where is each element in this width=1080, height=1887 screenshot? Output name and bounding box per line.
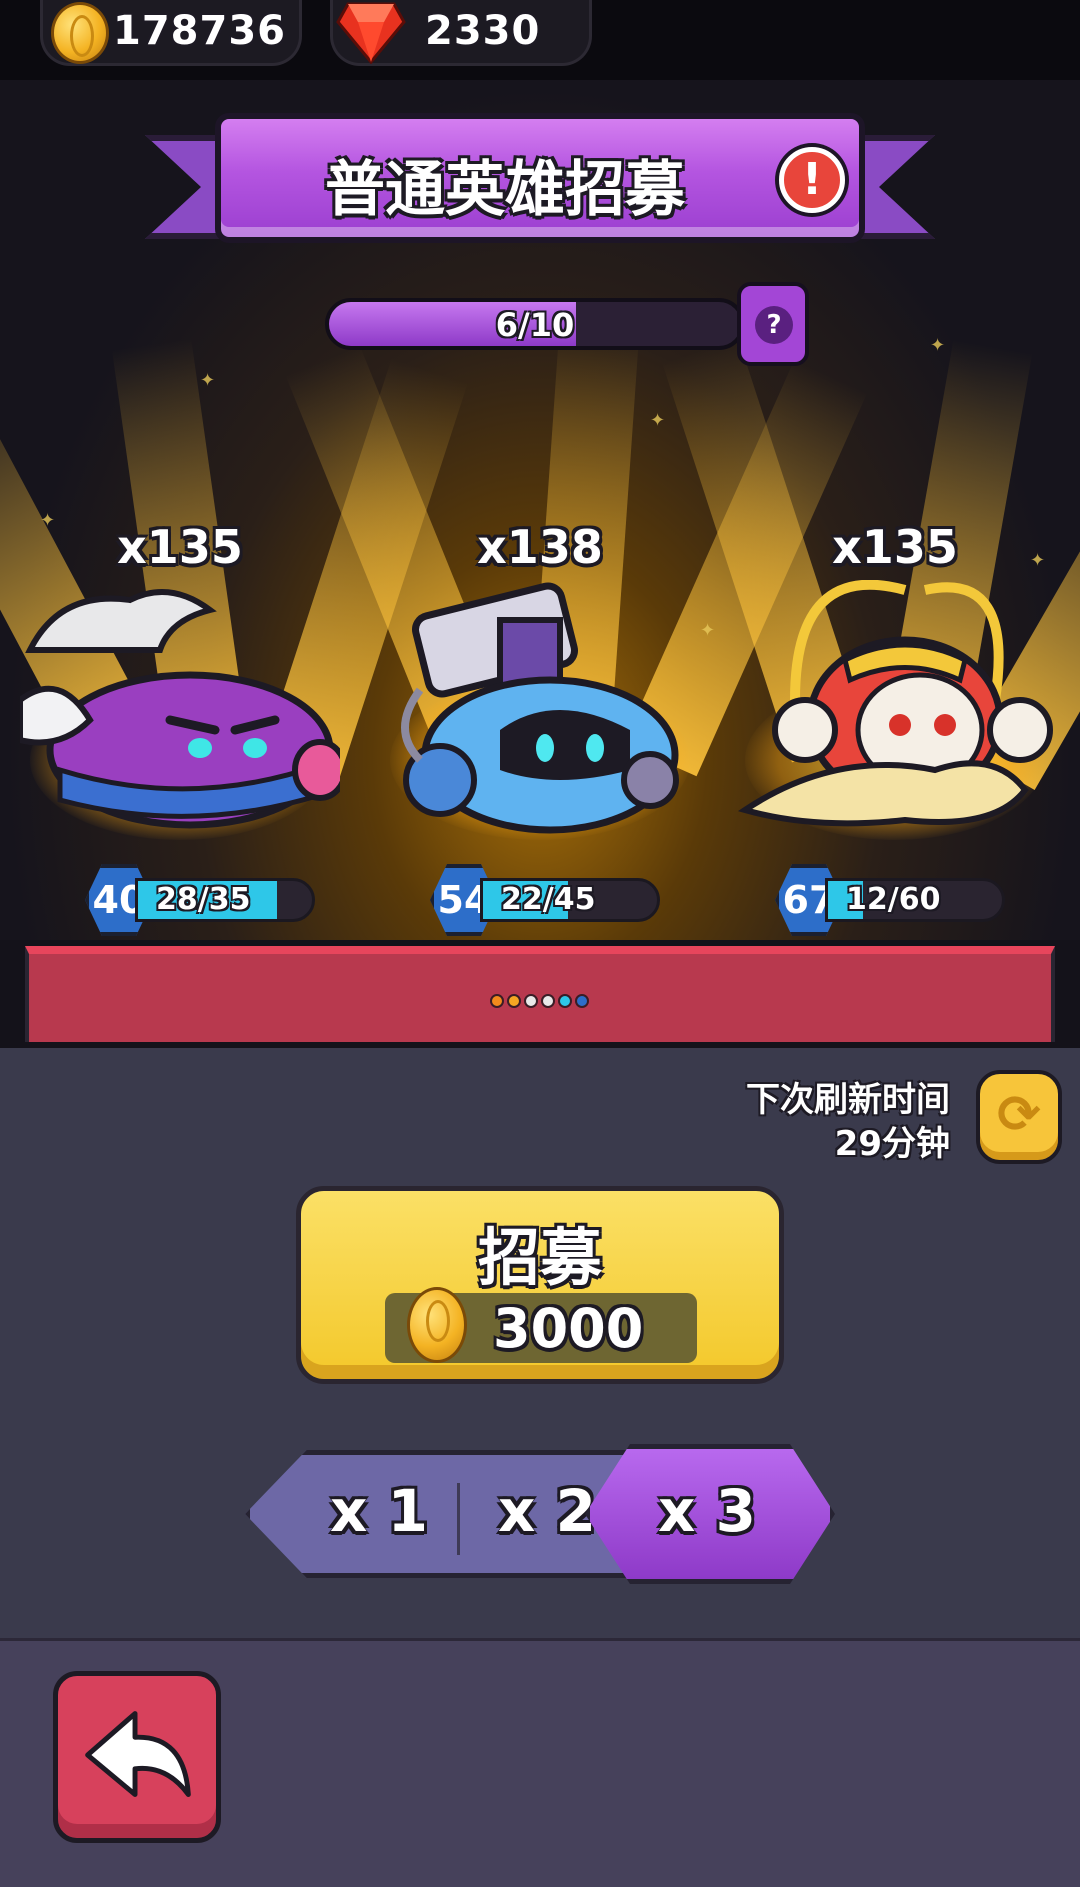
coin-counter: 178736: [40, 0, 302, 66]
multiplier-divider: [457, 1483, 460, 1555]
hero-shard-bar: 12/60: [825, 878, 1005, 922]
coin-icon: [407, 1287, 467, 1363]
refresh-label: 下次刷新时间: [746, 1080, 950, 1120]
gem-counter: 2330: [330, 0, 592, 66]
currency-bar: 178736 2330: [0, 0, 1080, 80]
recruit-cost-value: 3000: [493, 1297, 644, 1360]
recruit-cost: 3000: [385, 1287, 697, 1363]
back-arrow-icon: [85, 1711, 191, 1797]
hero-card[interactable]: x135: [725, 520, 1065, 940]
help-button[interactable]: ?: [737, 282, 809, 366]
hero-card[interactable]: x138: [370, 520, 710, 940]
sparkle-icon: ✦: [650, 410, 666, 431]
gem-icon: [336, 2, 406, 64]
back-button[interactable]: [53, 1671, 221, 1843]
multiplier-x3-option[interactable]: x 3: [585, 1444, 835, 1584]
multiplier-x3-label: x 3: [658, 1477, 756, 1545]
refresh-icon: ⟳: [997, 1085, 1041, 1145]
robot-hero-icon: [401, 582, 679, 834]
multiplier-selector: x 1 x 2 x 3: [245, 1444, 845, 1584]
coin-icon: [51, 2, 109, 64]
footer-bar: [0, 1638, 1080, 1887]
page-dot: [575, 994, 589, 1008]
hero-shard-bar: 22/45: [480, 878, 660, 922]
gem-amount: 2330: [425, 8, 541, 54]
hero-shard-count: 28/35: [156, 882, 251, 917]
alert-icon[interactable]: !: [779, 147, 845, 213]
page-dot: [541, 994, 555, 1008]
monkey-king-hero-icon: [737, 580, 1053, 827]
refresh-timer: 下次刷新时间 29分钟: [746, 1078, 950, 1166]
coin-amount: 178736: [113, 8, 286, 54]
progress-text: 6/10: [495, 306, 575, 344]
page-dot: [558, 994, 572, 1008]
page-dot: [507, 994, 521, 1008]
recruit-label: 招募: [477, 1221, 602, 1294]
hero-count: x138: [477, 520, 603, 574]
page-dot: [524, 994, 538, 1008]
multiplier-x1-option[interactable]: x 1: [330, 1477, 428, 1545]
recruit-progress-bar: 6/10: [325, 298, 745, 350]
ninja-hero-icon: [20, 589, 340, 829]
sparkle-icon: ✦: [930, 335, 946, 356]
hero-shard-count: 22/45: [501, 882, 596, 917]
hero-stage: ✦ ✦ ✦ ✦ ✦ ✦ 普通英雄招募 ! 6/10 ? x135 x138 x1…: [0, 80, 1080, 950]
page-indicator-banner: [0, 940, 1080, 1048]
recruit-button[interactable]: 招募 3000: [296, 1186, 784, 1384]
hero-count: x135: [832, 520, 958, 574]
title-plate: 普通英雄招募 !: [215, 113, 865, 243]
hero-card[interactable]: x135: [10, 520, 350, 940]
hero-shard-count: 12/60: [846, 882, 941, 917]
hero-count: x135: [117, 520, 243, 574]
sparkle-icon: ✦: [200, 370, 216, 391]
recruit-panel: 下次刷新时间 29分钟 ⟳ 招募 3000 x 1 x 2 x 3: [0, 1048, 1080, 1638]
title-ribbon: 普通英雄招募 !: [145, 95, 935, 245]
refresh-button[interactable]: ⟳: [976, 1070, 1062, 1164]
multiplier-x2-option[interactable]: x 2: [498, 1477, 596, 1545]
hero-shard-bar: 28/35: [135, 878, 315, 922]
page-dots: [490, 994, 589, 1008]
page-dot: [490, 994, 504, 1008]
refresh-time: 29分钟: [834, 1124, 950, 1164]
help-icon: ?: [755, 306, 793, 344]
page-title: 普通英雄招募: [325, 155, 685, 225]
